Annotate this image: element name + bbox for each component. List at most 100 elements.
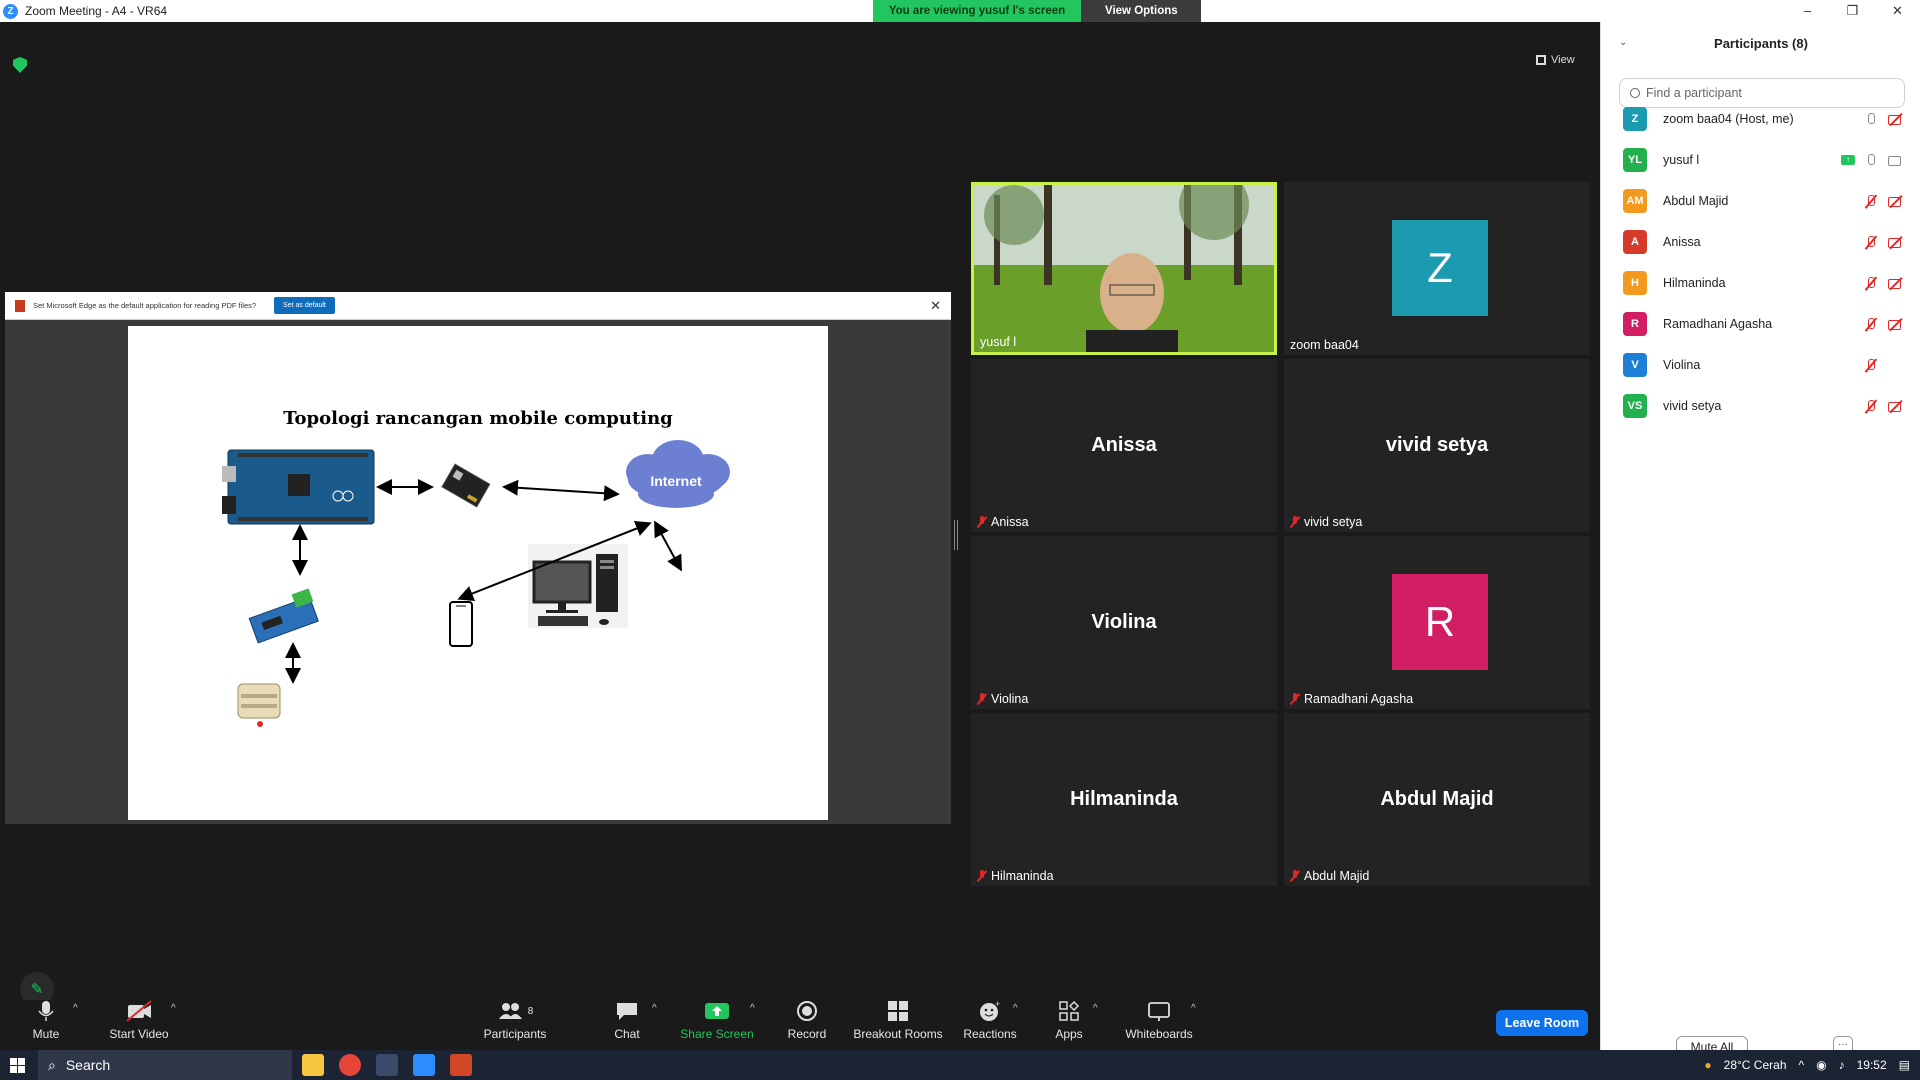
chat-icon	[617, 1003, 637, 1020]
video-tile-hilmaninda[interactable]: Hilmaninda Hilmaninda	[971, 713, 1277, 886]
participant-name: yusuf l	[1663, 153, 1700, 167]
shared-screen[interactable]: Set Microsoft Edge as the default applic…	[5, 292, 951, 824]
meeting-toolbar: Mute ^ Start Video ^ 8 Participants Chat…	[0, 1000, 1600, 1050]
clock[interactable]: 19:52	[1857, 1058, 1887, 1072]
video-off-icon	[1887, 276, 1905, 290]
participant-status-icons	[1863, 399, 1905, 413]
avatar: H	[1623, 271, 1647, 295]
chat-label: Chat	[614, 1027, 640, 1041]
minimize-button[interactable]: –	[1785, 0, 1830, 22]
video-tile-ramadhani[interactable]: R Ramadhani Agasha	[1284, 536, 1590, 709]
video-tile-violina[interactable]: Violina Violina	[971, 536, 1277, 709]
participant-row[interactable]: VS vivid setya	[1623, 393, 1913, 419]
participant-name: Hilmaninda	[1663, 276, 1726, 290]
participant-status-icons	[1863, 276, 1905, 290]
video-tile-anissa[interactable]: Anissa Anissa	[971, 359, 1277, 532]
avatar: R	[1392, 574, 1488, 670]
apps-options-caret[interactable]: ^	[1093, 1003, 1098, 1014]
chrome-icon[interactable]	[339, 1054, 361, 1076]
muted-mic-icon	[1863, 194, 1879, 208]
muted-mic-icon	[1863, 399, 1879, 413]
tray-overflow-icon[interactable]: ^	[1799, 1058, 1805, 1072]
participant-status-icons	[1863, 194, 1905, 208]
security-shield-icon[interactable]	[13, 57, 27, 73]
mute-options-caret[interactable]: ^	[73, 1003, 78, 1014]
breakout-rooms-button[interactable]: Breakout Rooms	[852, 1000, 944, 1041]
zoom-app-icon[interactable]	[413, 1054, 435, 1076]
participant-row[interactable]: AM Abdul Majid	[1623, 188, 1913, 214]
system-tray: ● 28°C Cerah ^ ◉ ♪ 19:52 ▤	[1704, 1050, 1910, 1080]
svg-text:+: +	[995, 1000, 1000, 1009]
mute-label: Mute	[32, 1027, 60, 1041]
volume-icon[interactable]: ♪	[1839, 1058, 1845, 1072]
muted-mic-icon	[1863, 358, 1879, 372]
apps-icon	[1059, 1000, 1080, 1021]
reactions-label: Reactions	[963, 1027, 1017, 1041]
video-off-icon	[1887, 112, 1905, 126]
restore-button[interactable]: ❐	[1830, 0, 1875, 22]
avatar: VS	[1623, 394, 1647, 418]
video-off-icon	[1887, 194, 1905, 208]
windows-taskbar: ⌕ Search ● 28°C Cerah ^ ◉ ♪ 19:52 ▤	[0, 1050, 1920, 1080]
chat-options-caret[interactable]: ^	[652, 1003, 657, 1014]
sensor-device-icon	[237, 683, 281, 727]
participant-row[interactable]: Zzoom baa04 (Host, me)	[1623, 106, 1913, 132]
weather-icon[interactable]: ●	[1704, 1058, 1711, 1072]
avatar: AM	[1623, 189, 1647, 213]
notifications-icon[interactable]: ▤	[1899, 1058, 1910, 1072]
taskbar-search-box[interactable]: ⌕ Search	[38, 1050, 292, 1080]
view-options-button[interactable]: View Options ⌄	[1081, 0, 1201, 39]
participant-search-input[interactable]: Find a participant	[1619, 78, 1905, 108]
share-screen-button[interactable]: Share Screen	[680, 1000, 754, 1041]
participant-status-icons	[1863, 112, 1905, 126]
record-button[interactable]: Record	[785, 1000, 829, 1041]
participant-big-name: vivid setya	[1385, 434, 1489, 456]
whiteboards-options-caret[interactable]: ^	[1191, 1003, 1196, 1014]
video-off-icon	[1887, 317, 1905, 331]
participant-status-icons	[1863, 317, 1905, 331]
view-options-label: View Options	[1105, 5, 1178, 17]
participant-row[interactable]: A Anissa	[1623, 229, 1913, 255]
set-as-default-button[interactable]: Set as default	[274, 297, 335, 314]
participant-row[interactable]: YL yusuf l ↑	[1623, 147, 1913, 173]
video-tile-abdul-majid[interactable]: Abdul Majid Abdul Majid	[1284, 713, 1590, 886]
participant-name-label: vivid setya	[1290, 515, 1362, 529]
avatar: Z	[1623, 107, 1647, 131]
file-explorer-icon[interactable]	[302, 1054, 324, 1076]
participant-row[interactable]: V Violina	[1623, 352, 1913, 378]
weather-label[interactable]: 28°C Cerah	[1724, 1058, 1787, 1072]
video-tile-vivid-setya[interactable]: vivid setya vivid setya	[1284, 359, 1590, 532]
view-button-label: View	[1551, 54, 1575, 66]
reactions-icon: +	[980, 1000, 1000, 1021]
panel-splitter-handle[interactable]	[954, 520, 958, 550]
participant-big-name: Hilmaninda	[1070, 788, 1178, 810]
view-button[interactable]: View	[1536, 54, 1575, 66]
windows-start-icon[interactable]	[10, 1058, 25, 1073]
participant-row[interactable]: R Ramadhani Agasha	[1623, 311, 1913, 337]
participant-row[interactable]: H Hilmaninda	[1623, 270, 1913, 296]
muted-mic-icon	[1290, 516, 1300, 528]
close-icon[interactable]: ✕	[930, 298, 941, 314]
participant-status-icons: ↑	[1841, 153, 1905, 167]
participants-icon	[498, 1003, 522, 1019]
participant-name-label: Ramadhani Agasha	[1290, 692, 1413, 706]
reactions-options-caret[interactable]: ^	[1013, 1003, 1018, 1014]
network-icon[interactable]: ◉	[1816, 1058, 1826, 1072]
reactions-button[interactable]: + Reactions	[963, 1000, 1017, 1041]
share-options-caret[interactable]: ^	[750, 1003, 755, 1014]
leave-room-button[interactable]: Leave Room	[1496, 1010, 1588, 1036]
participants-button[interactable]: 8 Participants	[480, 1000, 550, 1041]
video-tile-zoom-baa04[interactable]: Z zoom baa04	[1284, 182, 1590, 355]
mute-button[interactable]: Mute	[26, 1000, 66, 1041]
chat-button[interactable]: Chat	[607, 1000, 647, 1041]
whiteboards-button[interactable]: Whiteboards	[1124, 1000, 1194, 1041]
camera-app-icon[interactable]	[376, 1054, 398, 1076]
taskbar-search-label: Search	[65, 1057, 111, 1073]
participant-name-label: zoom baa04	[1290, 338, 1359, 352]
video-options-caret[interactable]: ^	[171, 1003, 176, 1014]
powerpoint-icon[interactable]	[450, 1054, 472, 1076]
apps-button[interactable]: Apps	[1054, 1000, 1084, 1041]
video-tile-yusuf[interactable]: yusuf l	[971, 182, 1277, 355]
close-window-button[interactable]: ✕	[1875, 0, 1920, 22]
start-video-button[interactable]: Start Video	[104, 1000, 174, 1041]
